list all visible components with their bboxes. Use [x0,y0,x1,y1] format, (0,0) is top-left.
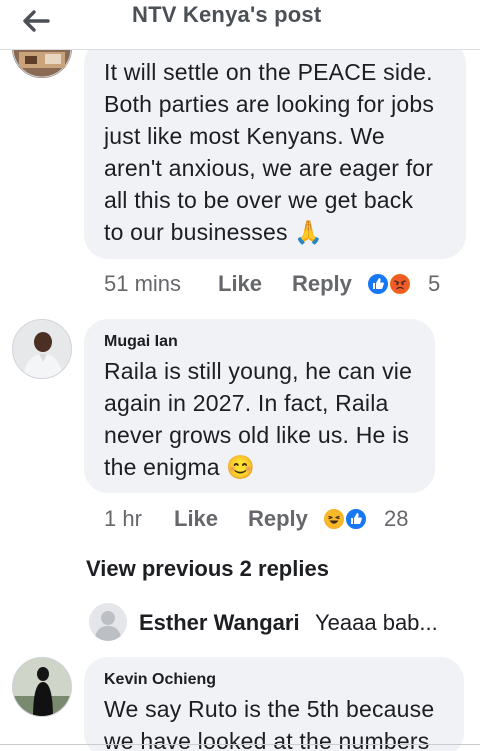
comment-author[interactable]: Mugai Ian [104,333,178,351]
comment-text: Raila is still young, he can vie again i… [104,358,413,480]
view-previous-replies-link[interactable]: View previous 2 replies [86,556,329,582]
bottom-divider [0,744,480,745]
reactions-summary[interactable] [322,507,374,533]
comment-text: We say Ruto is the 5th because we have l… [104,696,435,751]
back-button[interactable] [18,6,54,36]
comment-time: 51 mins [104,271,182,296]
reply-button[interactable]: Reply [292,271,352,297]
post-header: NTV Kenya's post [0,0,480,50]
reaction-count: 5 [428,271,441,296]
reply-author[interactable]: Esther Wangari [139,610,300,636]
avatar[interactable] [12,319,72,379]
comment-time: 1 hr [104,506,142,531]
like-reaction-icon [344,507,368,531]
haha-reaction-icon [322,507,346,531]
back-arrow-icon [23,10,50,32]
like-button[interactable]: Like [218,271,262,297]
reactions-summary[interactable] [366,272,418,298]
reaction-count: 28 [384,506,409,531]
reply-preview-text[interactable]: Yeaaa bab... [315,610,438,636]
like-reaction-icon [366,272,390,296]
avatar[interactable] [89,603,127,641]
reply-button[interactable]: Reply [248,506,308,532]
comment-text: It will settle on the PEACE side. Both p… [104,59,435,245]
like-button[interactable]: Like [174,506,218,532]
default-avatar-icon [89,603,127,641]
page-title: NTV Kenya's post [132,2,322,27]
avatar[interactable] [12,657,72,717]
angry-reaction-icon [388,272,412,296]
comment-author[interactable]: Kevin Ochieng [104,671,216,689]
